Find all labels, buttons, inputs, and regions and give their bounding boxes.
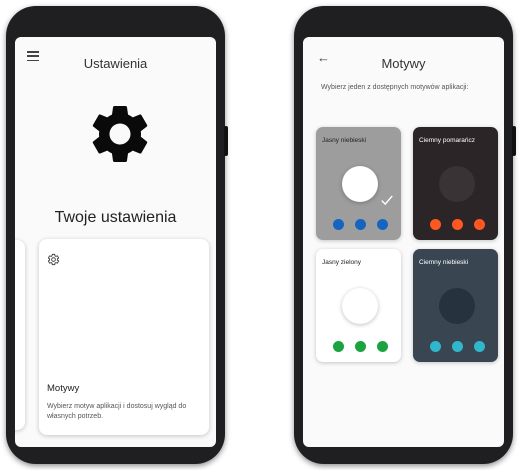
phone-themes: ← Motywy Wybierz jeden z dostępnych moty…: [294, 6, 516, 464]
page-title: Ustawienia: [83, 56, 148, 71]
theme-color-dots: [333, 219, 388, 231]
phone-side-button: [224, 126, 228, 156]
theme-card[interactable]: Ciemny pomarańcz: [413, 127, 498, 240]
theme-color-dot: [377, 341, 388, 352]
theme-color-dot: [333, 341, 344, 352]
theme-color-dot: [333, 219, 344, 230]
theme-name: Ciemny pomarańcz: [419, 137, 475, 144]
theme-name: Jasny niebieski: [322, 137, 367, 144]
theme-card[interactable]: Jasny niebieski: [316, 127, 401, 240]
phone-settings: Ustawienia Twoje ustawienia Motywy Wybie…: [6, 6, 228, 464]
theme-color-dot: [474, 341, 485, 352]
theme-color-dot: [452, 341, 463, 352]
theme-color-dot: [377, 219, 388, 230]
theme-preview-circle: [342, 288, 378, 324]
theme-card[interactable]: Jasny zielony: [316, 249, 401, 362]
themes-screen: ← Motywy Wybierz jeden z dostępnych moty…: [303, 37, 504, 447]
theme-color-dot: [430, 341, 441, 352]
themes-appbar: ← Motywy: [303, 37, 504, 81]
theme-color-dot: [355, 341, 366, 352]
settings-screen: Ustawienia Twoje ustawienia Motywy Wybie…: [15, 37, 216, 447]
gear-icon: [92, 105, 148, 162]
theme-name: Jasny zielony: [322, 259, 362, 266]
theme-preview-circle: [439, 288, 475, 324]
theme-color-dot: [452, 219, 463, 230]
theme-color-dots: [430, 341, 485, 353]
phone-side-button: [512, 126, 516, 156]
card-description: Wybierz motyw aplikacji i dostosuj wyglą…: [47, 403, 187, 421]
theme-preview-circle: [439, 166, 475, 202]
theme-card[interactable]: Ciemny niebieski: [413, 249, 498, 362]
settings-appbar: Ustawienia: [15, 37, 216, 81]
themes-card[interactable]: Motywy Wybierz motyw aplikacji i dostosu…: [39, 239, 209, 435]
gear-outline-icon: [48, 253, 59, 266]
page-title: Motywy: [381, 56, 426, 71]
theme-color-dot: [355, 219, 366, 230]
card-peek-previous[interactable]: [15, 240, 25, 430]
theme-color-dots: [430, 219, 485, 231]
theme-preview-circle: [342, 166, 378, 202]
card-title: Motywy: [47, 383, 80, 394]
selected-check-icon: [381, 195, 393, 206]
hero-title: Twoje ustawienia: [54, 209, 177, 226]
theme-name: Ciemny niebieski: [419, 259, 469, 266]
theme-color-dot: [430, 219, 441, 230]
theme-color-dot: [474, 219, 485, 230]
theme-color-dots: [333, 341, 388, 353]
themes-intro-text: Wybierz jeden z dostępnych motywów aplik…: [321, 84, 469, 91]
